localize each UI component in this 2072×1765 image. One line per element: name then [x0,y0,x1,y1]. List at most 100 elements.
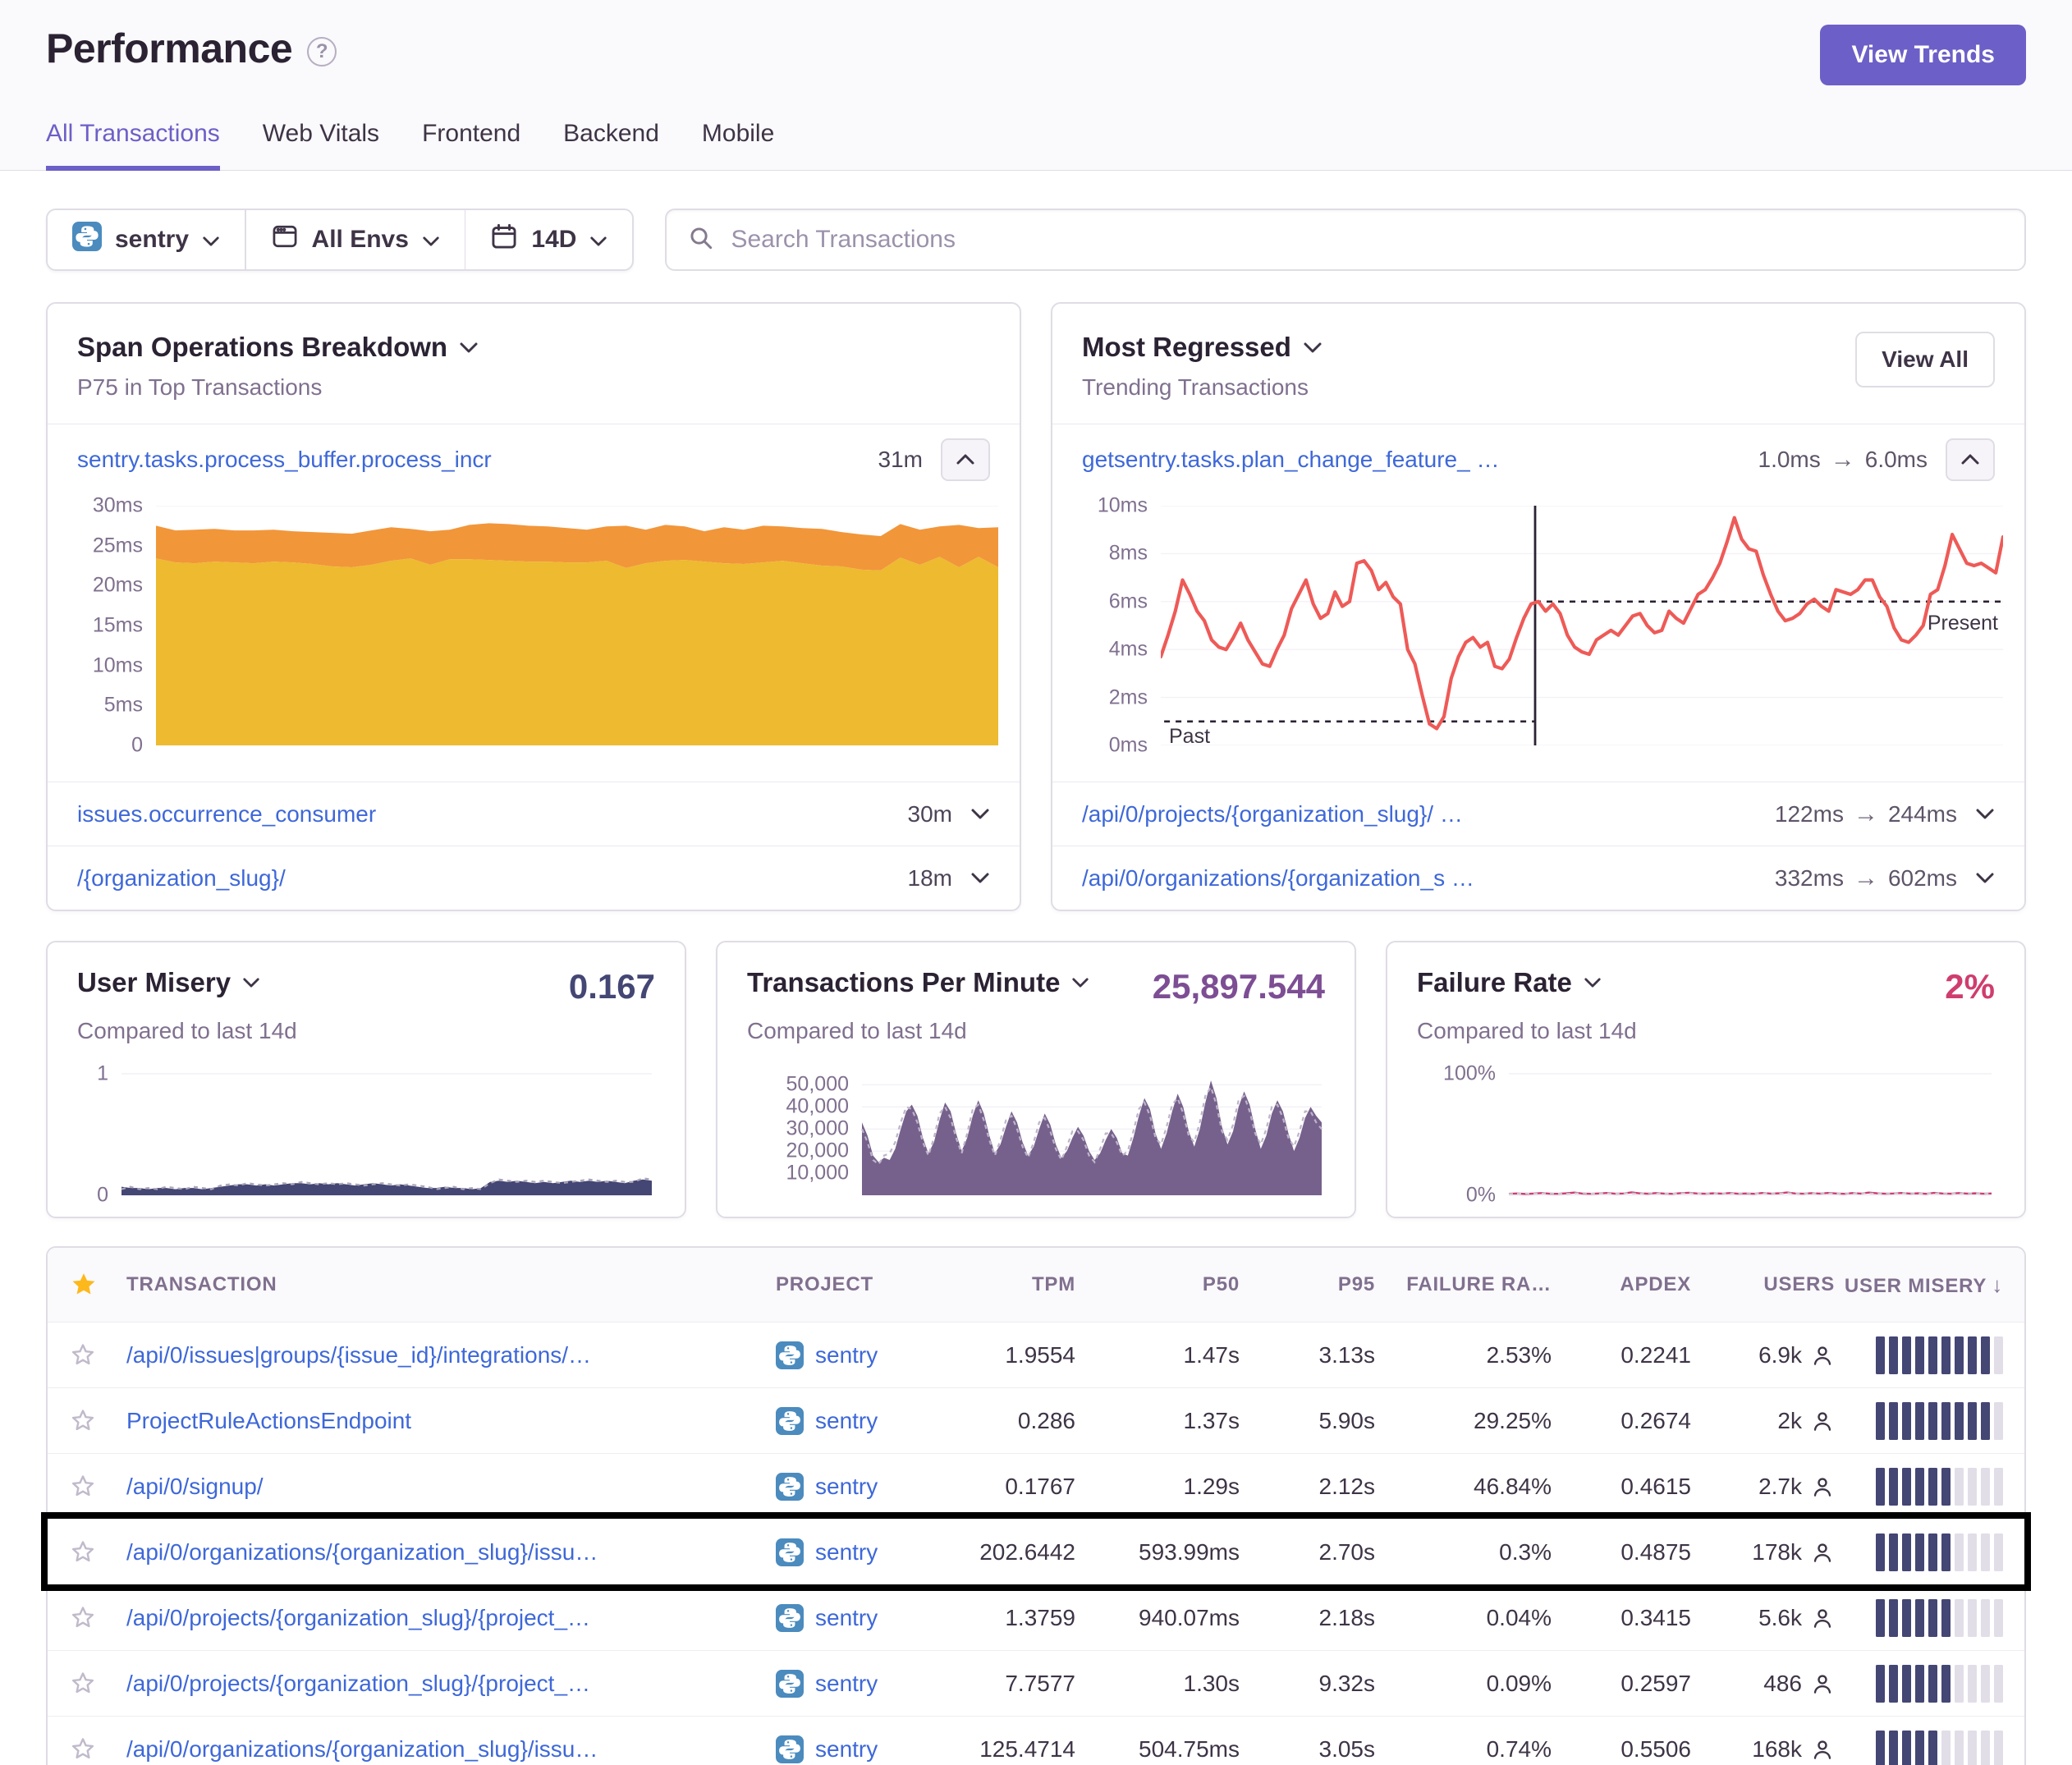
card-title-dropdown[interactable]: User Misery [77,967,260,998]
star-icon[interactable] [69,1538,97,1566]
environment-filter[interactable]: All Envs [246,210,465,269]
axis-tick-label: 10ms [1098,494,1148,518]
card-title-dropdown[interactable]: Transactions Per Minute [747,967,1089,998]
favorite-toggle[interactable] [69,1604,126,1632]
star-icon[interactable] [69,1670,97,1698]
transaction-link[interactable]: /api/0/signup/ [126,1474,776,1500]
collapse-button[interactable] [941,438,990,481]
axis-tick-label: 40,000 [786,1095,849,1119]
project-link[interactable]: sentry [815,1539,878,1566]
span-item-link[interactable]: sentry.tasks.process_buffer.process_incr [77,447,492,473]
view-all-button[interactable]: View All [1855,332,1995,387]
tab-backend[interactable]: Backend [563,120,659,171]
date-range-filter[interactable]: 14D [465,210,632,269]
table-row[interactable]: /api/0/signup/sentry0.17671.29s2.12s46.8… [48,1453,2024,1519]
span-item-link[interactable]: issues.occurrence_consumer [77,801,376,827]
performance-page: Performance ? View Trends All Transactio… [0,0,2072,1765]
misery-bar [1928,1336,1937,1374]
chevron-down-icon [970,872,990,884]
table-row[interactable]: /api/0/organizations/{organization_slug}… [48,1519,2024,1584]
project-link[interactable]: sentry [815,1408,878,1434]
favorites-column-header[interactable] [69,1270,126,1300]
expand-button[interactable] [1975,808,1995,820]
expand-button[interactable] [970,872,990,884]
column-header-tpm[interactable]: TPM [944,1273,1075,1296]
page-title: Performance [46,25,292,72]
chevron-down-icon [970,808,990,820]
tab-web-vitals[interactable]: Web Vitals [263,120,379,171]
span-panel-title-dropdown[interactable]: Span Operations Breakdown [77,332,479,363]
transaction-link[interactable]: /api/0/projects/{organization_slug}/{pro… [126,1605,776,1631]
transaction-link[interactable]: /api/0/issues|groups/{issue_id}/integrat… [126,1342,776,1368]
column-header-transaction[interactable]: TRANSACTION [126,1273,776,1296]
help-icon[interactable]: ? [307,37,337,66]
table-row[interactable]: /api/0/organizations/{organization_slug}… [48,1716,2024,1765]
search-input[interactable] [729,225,2003,254]
search-transactions[interactable] [665,209,2026,271]
user-misery-bars [1835,1599,2003,1637]
card-value: 0.167 [569,967,655,1006]
past-label: Past [1169,725,1210,749]
favorite-toggle[interactable] [69,1538,126,1566]
apdex-cell: 0.2674 [1552,1408,1691,1434]
regressed-item-link[interactable]: /api/0/organizations/{organization_s … [1082,865,1474,892]
p50-cell: 504.75ms [1075,1736,1240,1763]
card-title-dropdown[interactable]: Failure Rate [1417,967,1602,998]
collapse-button[interactable] [1946,438,1995,481]
span-item-link[interactable]: /{organization_slug}/ [77,865,286,892]
project-filter[interactable]: sentry [48,210,245,269]
table-row[interactable]: ProjectRuleActionsEndpointsentry0.2861.3… [48,1387,2024,1453]
tab-mobile[interactable]: Mobile [702,120,774,171]
column-header-project[interactable]: PROJECT [776,1273,944,1296]
project-link[interactable]: sentry [815,1736,878,1763]
python-project-icon [776,1670,804,1698]
transaction-link[interactable]: /api/0/organizations/{organization_slug}… [126,1736,776,1763]
favorite-toggle[interactable] [69,1341,126,1369]
star-icon[interactable] [69,1407,97,1435]
expand-button[interactable] [1975,872,1995,884]
star-icon[interactable] [69,1473,97,1501]
misery-bar [1981,1533,1990,1571]
transaction-link[interactable]: /api/0/projects/{organization_slug}/{pro… [126,1671,776,1697]
table-row[interactable]: /api/0/projects/{organization_slug}/{pro… [48,1650,2024,1716]
favorite-toggle[interactable] [69,1473,126,1501]
favorite-toggle[interactable] [69,1735,126,1763]
table-row[interactable]: /api/0/issues|groups/{issue_id}/integrat… [48,1322,2024,1387]
misery-bar [1955,1336,1964,1374]
regression-chart: 10ms8ms6ms4ms2ms0msPastPresent [1052,497,2024,773]
apdex-cell: 0.2597 [1552,1671,1691,1697]
regressed-item-link[interactable]: /api/0/projects/{organization_slug}/ … [1082,801,1463,827]
column-header-apdex[interactable]: APDEX [1552,1273,1691,1296]
tab-frontend[interactable]: Frontend [422,120,520,171]
transaction-link[interactable]: ProjectRuleActionsEndpoint [126,1408,776,1434]
column-header-p-[interactable]: P95 [1240,1273,1375,1296]
misery-bar [1955,1402,1964,1440]
tab-bar: All Transactions Web Vitals Frontend Backen… [46,120,2026,170]
star-icon[interactable] [69,1341,97,1369]
project-link[interactable]: sentry [815,1671,878,1697]
table-row[interactable]: /api/0/projects/{organization_slug}/{pro… [48,1584,2024,1650]
column-header-failure-ra-[interactable]: FAILURE RA… [1375,1273,1552,1296]
misery-bar [1968,1336,1977,1374]
star-icon[interactable] [69,1270,99,1300]
misery-bar [1994,1402,2003,1440]
favorite-toggle[interactable] [69,1670,126,1698]
axis-tick-label: 15ms [93,614,143,638]
axis-tick-label: 5ms [104,694,143,717]
favorite-toggle[interactable] [69,1407,126,1435]
project-link[interactable]: sentry [815,1474,878,1500]
tab-all-transactions[interactable]: All Transactions [46,120,220,171]
column-header-user-misery[interactable]: USER MISERY↓ [1835,1272,2003,1298]
transaction-link[interactable]: /api/0/organizations/{organization_slug}… [126,1539,776,1566]
regressed-panel-title-dropdown[interactable]: Most Regressed [1082,332,1323,363]
column-header-p-[interactable]: P50 [1075,1273,1240,1296]
project-link[interactable]: sentry [815,1342,878,1368]
column-header-users[interactable]: USERS [1691,1273,1835,1296]
regressed-item-link[interactable]: getsentry.tasks.plan_change_feature_ … [1082,447,1499,473]
star-icon[interactable] [69,1604,97,1632]
project-link[interactable]: sentry [815,1605,878,1631]
view-trends-button[interactable]: View Trends [1820,25,2026,85]
expand-button[interactable] [970,808,990,820]
axis-tick-label: 10,000 [786,1162,849,1185]
star-icon[interactable] [69,1735,97,1763]
